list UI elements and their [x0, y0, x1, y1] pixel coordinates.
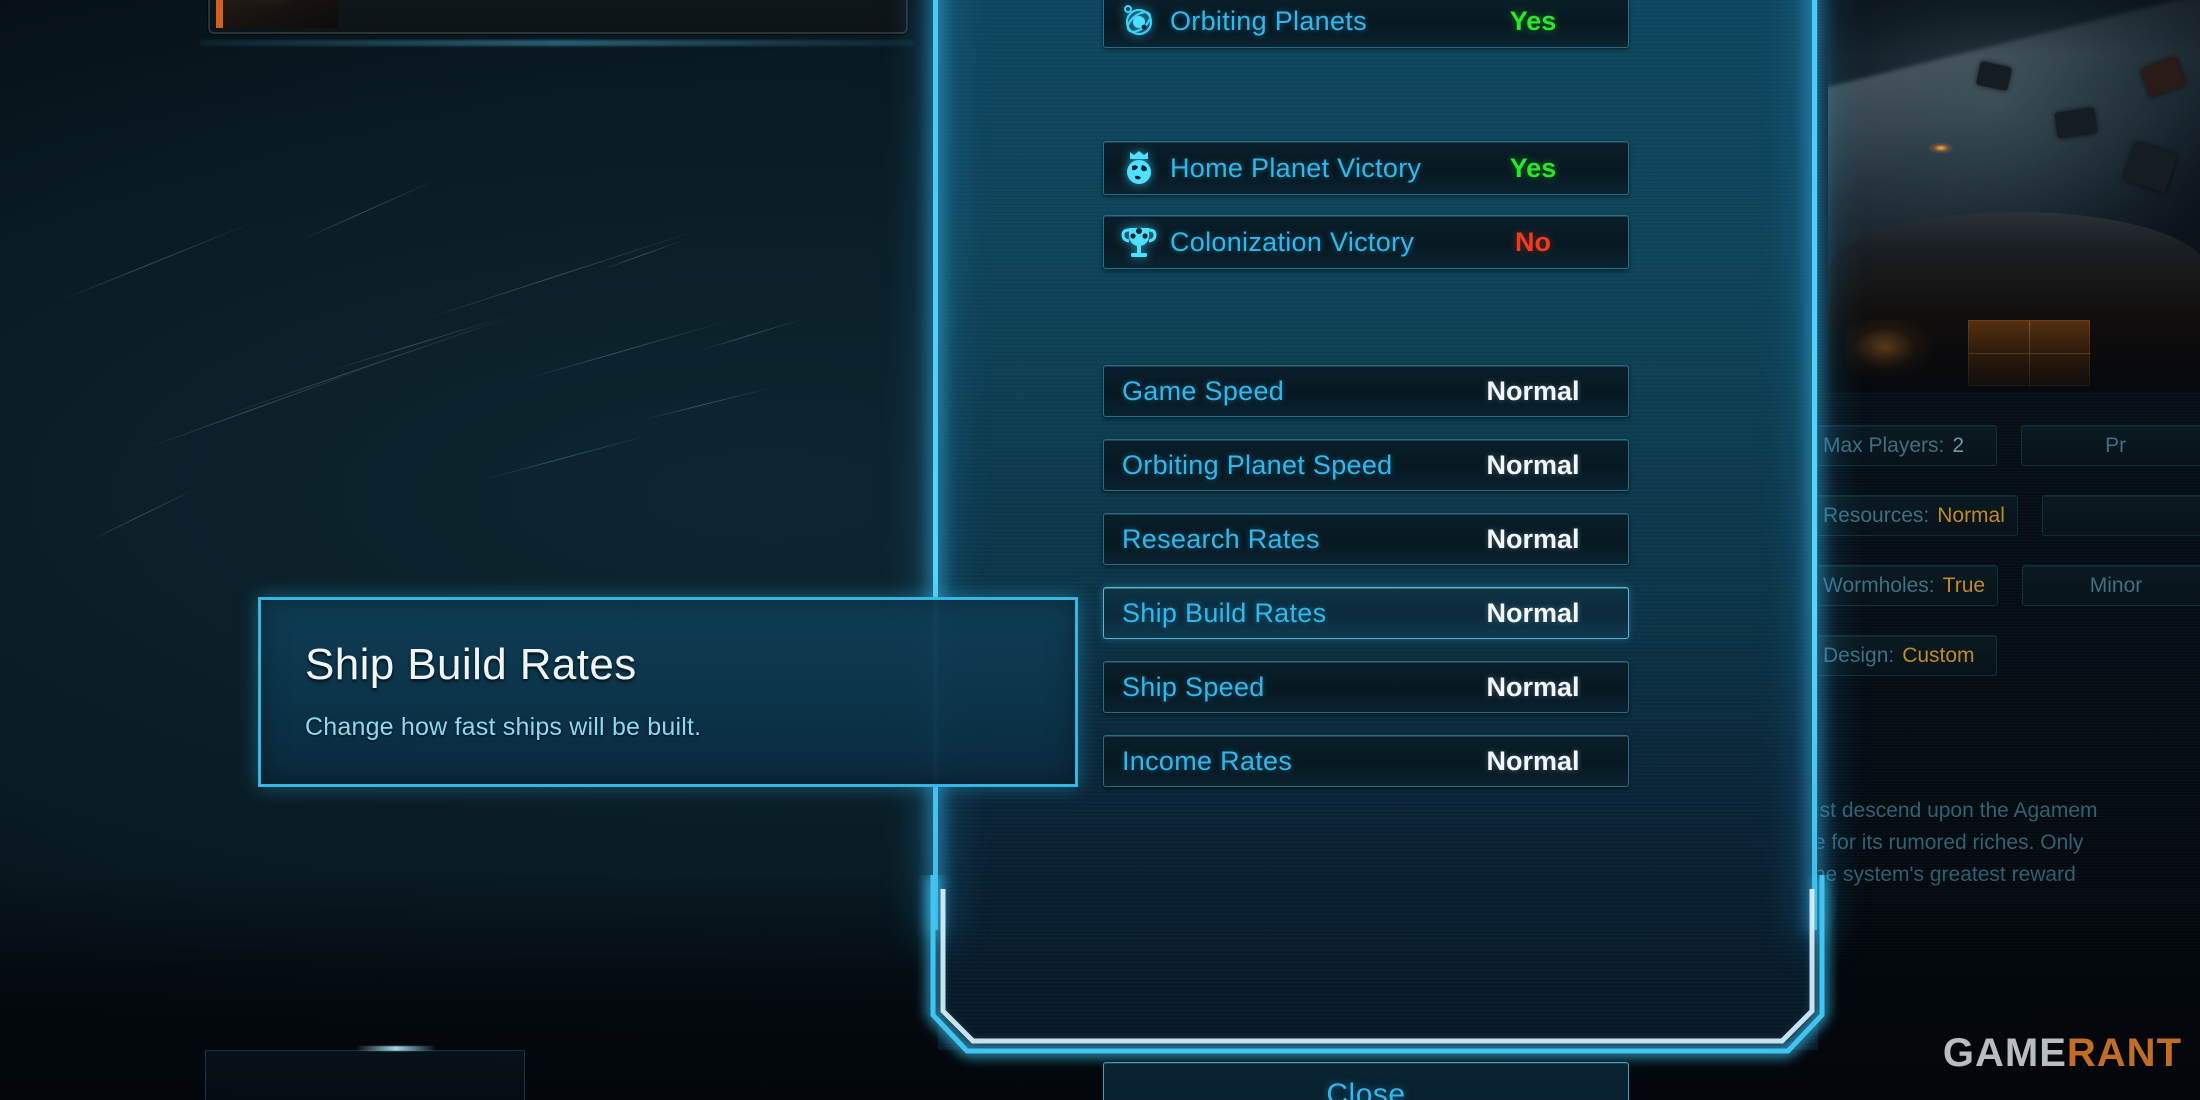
- modal-left-edge-glow: [933, 0, 938, 930]
- right-panel-field[interactable]: [2041, 495, 2200, 536]
- right-panel-field[interactable]: Wormholes: True: [1810, 565, 1999, 606]
- right-panel-field[interactable]: Minor: [2022, 565, 2200, 606]
- close-button-label: Close: [1326, 1077, 1406, 1100]
- option-label: Ship Build Rates: [1122, 597, 1327, 628]
- victory-option-row[interactable]: Colonization Victory No: [1103, 215, 1629, 269]
- option-label: Orbiting Planet Speed: [1122, 449, 1393, 480]
- right-panel-field-value: Custom: [1902, 643, 1975, 667]
- option-value: Normal: [1486, 671, 1580, 702]
- rate-option-row[interactable]: Income Rates Normal: [1103, 735, 1629, 787]
- tooltip-title: Ship Build Rates: [305, 640, 637, 689]
- option-label: Colonization Victory: [1170, 226, 1415, 257]
- bottom-left-panel[interactable]: [205, 1050, 525, 1100]
- option-value: Normal: [1486, 597, 1580, 628]
- close-button[interactable]: Close: [1103, 1062, 1629, 1100]
- option-label: Income Rates: [1122, 745, 1293, 776]
- right-panel-field[interactable]: Design: Custom: [1810, 635, 1998, 676]
- watermark-part-a: GAME: [1942, 1031, 2067, 1075]
- tooltip-panel: Ship Build Rates Change how fast ships w…: [258, 597, 1078, 787]
- right-panel-field-label: Max Players:: [1823, 433, 1945, 457]
- scenario-description-line: te for its rumored riches. Only: [1808, 831, 2084, 854]
- option-value: No: [1515, 226, 1551, 257]
- option-value: Normal: [1486, 745, 1580, 776]
- right-panel-field-label: Resources:: [1823, 503, 1930, 527]
- tooltip-description: Change how fast ships will be built.: [305, 713, 702, 741]
- right-panel-row: Design: Custom: [1810, 635, 2200, 676]
- option-value: Normal: [1486, 523, 1580, 554]
- colonization-victory-icon: [1118, 221, 1160, 263]
- orbiting-planets-icon: [1118, 0, 1160, 42]
- right-panel-field-label: Minor: [2089, 573, 2143, 597]
- right-panel-field-value: 2: [1952, 433, 1965, 457]
- watermark-part-b: RANT: [2066, 1031, 2182, 1075]
- game-preview-art: [1828, 0, 2200, 392]
- right-panel-field-value: Normal: [1937, 503, 2005, 527]
- faction-card[interactable]: Easy A.I.: [208, 0, 908, 34]
- rate-option-row[interactable]: Ship Speed Normal: [1103, 661, 1629, 713]
- right-panel-field[interactable]: Resources: Normal: [1810, 495, 2018, 536]
- right-panel-row: Resources: Normal: [1810, 495, 2200, 536]
- option-value: Yes: [1509, 152, 1557, 183]
- option-value: Yes: [1509, 5, 1557, 36]
- right-panel-field-list: Max Players: 2 Pr Resources: Normal Wormholes…: [1810, 425, 2200, 705]
- victory-option-row[interactable]: Orbiting Planets Yes: [1103, 0, 1629, 48]
- gamerant-watermark: GAMERANT: [1943, 1031, 2182, 1076]
- modal-right-edge-glow: [1812, 0, 1817, 930]
- right-panel-row: Wormholes: True Minor: [1810, 565, 2200, 606]
- right-panel-field-value: True: [1942, 573, 1986, 597]
- rate-option-row[interactable]: Research Rates Normal: [1103, 513, 1629, 565]
- option-label: Research Rates: [1122, 523, 1320, 554]
- right-panel-field-label: Pr: [2105, 433, 2127, 457]
- option-label: Ship Speed: [1122, 671, 1265, 702]
- faction-portrait: [216, 0, 338, 28]
- art-fade-overlay: [1828, 0, 2200, 392]
- option-value: Normal: [1486, 449, 1580, 480]
- option-label: Home Planet Victory: [1170, 152, 1422, 183]
- rate-option-row[interactable]: Orbiting Planet Speed Normal: [1103, 439, 1629, 491]
- screenshot-root: Easy A.I. Max Players: 2 Pr Resources: Norma…: [0, 0, 2200, 1100]
- right-panel-row: Max Players: 2 Pr: [1810, 425, 2200, 466]
- option-value: Normal: [1486, 375, 1580, 406]
- option-label: Game Speed: [1122, 375, 1285, 406]
- rate-option-row[interactable]: Game Speed Normal: [1103, 365, 1629, 417]
- right-panel-field-label: Wormholes:: [1823, 573, 1935, 597]
- option-label: Orbiting Planets: [1170, 5, 1367, 36]
- faction-card-underbar: [200, 40, 914, 46]
- scenario-description-line: ust descend upon the Agamem: [1808, 799, 2098, 822]
- rate-option-row[interactable]: Ship Build Rates Normal: [1103, 587, 1629, 639]
- home-planet-victory-icon: [1118, 147, 1160, 189]
- victory-option-row[interactable]: Home Planet Victory Yes: [1103, 141, 1629, 195]
- right-panel-field-label: Design:: [1823, 643, 1895, 667]
- right-panel-field[interactable]: Max Players: 2: [1810, 425, 1998, 466]
- right-panel-field[interactable]: Pr: [2021, 425, 2200, 466]
